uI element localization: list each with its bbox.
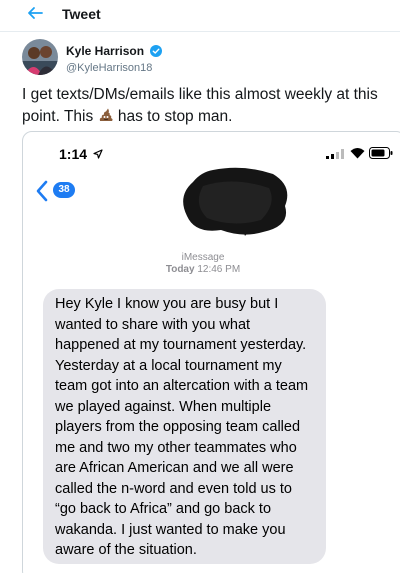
cellular-signal-icon: [326, 149, 344, 159]
page-title: Tweet: [62, 6, 101, 22]
back-chevron-icon[interactable]: [35, 180, 49, 202]
location-arrow-icon: [93, 149, 103, 159]
timestamp-time: 12:46 PM: [197, 264, 241, 275]
wifi-icon: [350, 148, 365, 159]
redacted-contact-avatar: [183, 167, 288, 236]
tweet-author[interactable]: Kyle Harrison @KyleHarrison18: [66, 42, 163, 74]
message-timestamp: Today 12:46 PM: [23, 264, 383, 276]
timestamp-day: Today: [165, 264, 195, 275]
back-arrow-icon[interactable]: [26, 4, 44, 22]
tweet-text-part-2: has to stop man.: [113, 108, 233, 125]
service-label: iMessage: [181, 252, 225, 263]
status-time-text: 1:14: [59, 146, 88, 162]
author-name[interactable]: Kyle Harrison: [66, 44, 144, 58]
pile-of-poo-emoji: [99, 108, 113, 121]
unread-count-badge[interactable]: 38: [53, 182, 75, 198]
avatar[interactable]: [22, 39, 58, 75]
battery-icon: [369, 147, 393, 159]
status-bar-time: 1:14: [59, 146, 103, 162]
verified-badge-icon: [150, 44, 163, 57]
tweet-text: I get texts/DMs/emails like this almost …: [22, 84, 394, 128]
author-handle[interactable]: @KyleHarrison18: [66, 62, 162, 74]
avatar-photo: [22, 39, 58, 75]
screenshot-image[interactable]: 1:14 38 iMessage Today 12:46 PM Hey Kyle…: [22, 131, 400, 573]
tweet-header: Tweet: [0, 0, 400, 32]
message-bubble: Hey Kyle I know you are busy but I wante…: [43, 289, 326, 564]
